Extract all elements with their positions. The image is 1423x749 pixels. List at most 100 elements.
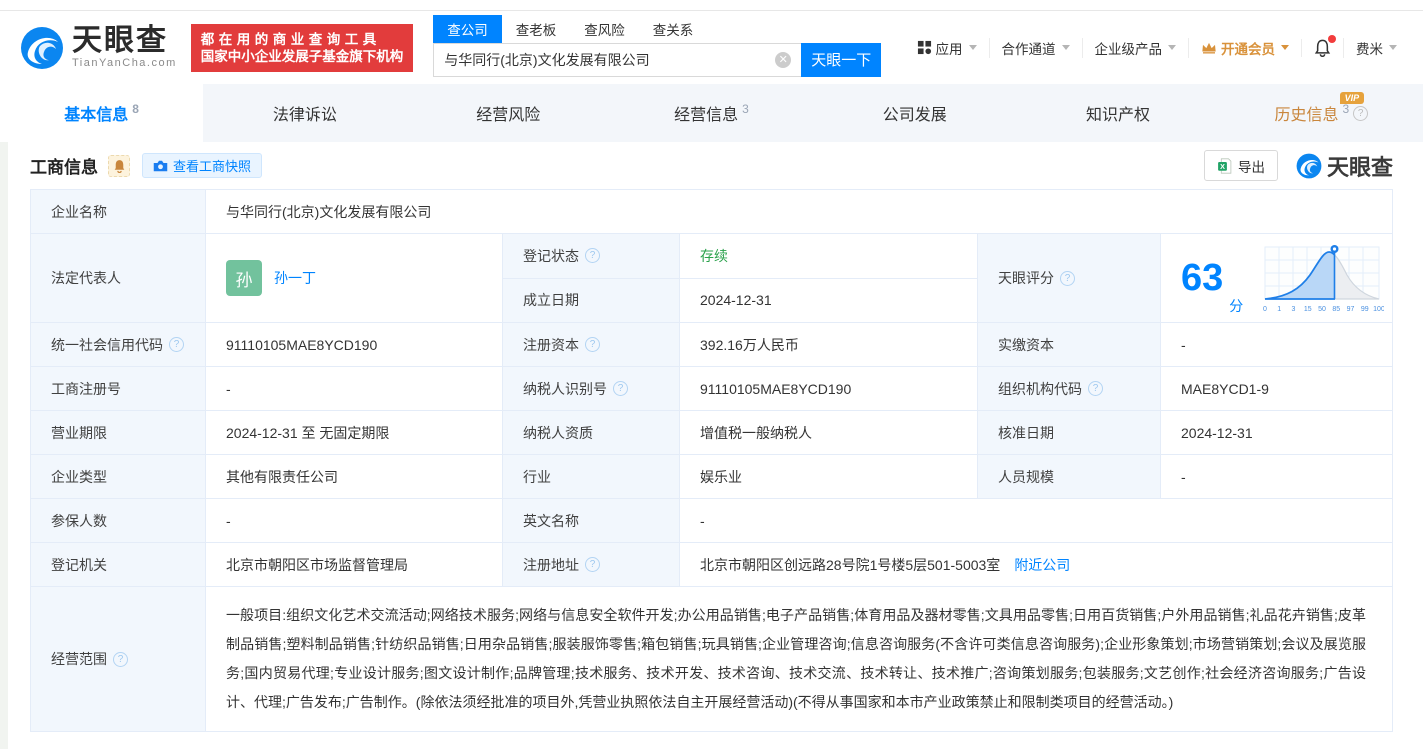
export-button[interactable]: X 导出 (1204, 150, 1278, 181)
field-label: 营业期限 (31, 411, 206, 455)
nav-notifications[interactable] (1301, 39, 1343, 57)
nav-cooperation[interactable]: 合作通道 (989, 38, 1082, 58)
help-icon[interactable]: ? (613, 381, 628, 396)
help-icon[interactable]: ? (585, 337, 600, 352)
svg-text:0: 0 (1263, 306, 1267, 313)
approval-date-value: 2024-12-31 (1161, 411, 1392, 455)
monitor-bell-button[interactable] (108, 155, 130, 177)
chevron-down-icon (1389, 45, 1397, 50)
table-row: 营业期限 2024-12-31 至 无固定期限 纳税人资质 增值税一般纳税人 核… (31, 411, 1392, 455)
field-label: 法定代表人 (31, 234, 206, 323)
tab-intellectual-property[interactable]: 知识产权 (1016, 84, 1219, 142)
reg-number-value: - (206, 367, 503, 411)
page-left-margin (0, 85, 8, 749)
company-name-value: 与华同行(北京)文化发展有限公司 (206, 190, 1392, 234)
help-icon[interactable]: ? (169, 337, 184, 352)
nav-user[interactable]: 费米 (1343, 38, 1409, 58)
snapshot-button[interactable]: 查看工商快照 (142, 153, 262, 178)
tab-operation-info[interactable]: 经营信息 3 (610, 84, 813, 142)
search-input[interactable] (444, 52, 775, 68)
score-unit: 分 (1229, 296, 1243, 316)
field-label: 行业 (503, 455, 680, 499)
nav-user-label: 费米 (1356, 38, 1383, 58)
table-row: 经营范围? 一般项目:组织文化艺术交流活动;网络技术服务;网络与信息安全软件开发… (31, 587, 1392, 732)
tab-operation-risk[interactable]: 经营风险 (407, 84, 610, 142)
nearby-companies-link[interactable]: 附近公司 (1014, 555, 1070, 575)
chevron-down-icon (1062, 45, 1070, 50)
nav-vip[interactable]: 开通会员 (1188, 38, 1301, 58)
slogan-line1: 都在用的商业查询工具 (201, 31, 404, 48)
svg-text:99: 99 (1361, 306, 1369, 313)
reg-address-cell: 北京市朝阳区创远路28号院1号楼5层501-5003室 附近公司 (680, 543, 1392, 587)
nav-apps[interactable]: 应用 (905, 38, 989, 58)
business-info-table: 企业名称 与华同行(北京)文化发展有限公司 法定代表人 孙 孙一丁 登记状态? … (30, 189, 1393, 732)
field-label: 统一社会信用代码? (31, 323, 206, 367)
tianyancha-logo[interactable]: 天眼查 TianYanCha.com (20, 26, 177, 70)
business-scope-value: 一般项目:组织文化艺术交流活动;网络技术服务;网络与信息安全软件开发;办公用品销… (206, 587, 1392, 732)
help-icon[interactable]: ? (113, 652, 128, 667)
field-label: 英文名称 (503, 499, 680, 543)
help-icon[interactable]: ? (585, 248, 600, 263)
help-icon[interactable]: ? (1060, 271, 1075, 286)
tab-label: 法律诉讼 (273, 101, 337, 125)
insured-count-value: - (206, 499, 503, 543)
help-icon[interactable]: ? (585, 557, 600, 572)
score-value: 63 (1181, 259, 1223, 297)
watermark-label: 天眼查 (1327, 150, 1393, 182)
tab-history-info[interactable]: 历史信息3 ? VIP (1220, 84, 1423, 142)
grid-icon (917, 40, 932, 55)
clear-icon[interactable]: ✕ (775, 52, 791, 68)
field-label: 组织机构代码? (978, 367, 1161, 411)
table-row: 法定代表人 孙 孙一丁 登记状态? 存续 成立日期 2024-12-31 天眼评… (31, 234, 1392, 323)
table-row: 企业类型 其他有限责任公司 行业 娱乐业 人员规模 - (31, 455, 1392, 499)
legal-rep-link[interactable]: 孙一丁 (274, 268, 316, 288)
crown-icon (1201, 41, 1217, 54)
chevron-down-icon (1168, 45, 1176, 50)
snapshot-button-label: 查看工商快照 (173, 156, 251, 175)
notification-badge (1328, 35, 1336, 43)
help-icon[interactable]: ? (1353, 106, 1368, 121)
tianyancha-swirl-icon (20, 26, 64, 70)
tab-legal-litigation[interactable]: 法律诉讼 (203, 84, 406, 142)
tab-count: 3 (742, 102, 749, 116)
tab-label: 经营风险 (476, 101, 540, 125)
status-date-subtable: 登记状态? 存续 成立日期 2024-12-31 (503, 234, 978, 323)
field-label: 成立日期 (503, 279, 680, 324)
tab-count: 3 (1342, 102, 1349, 116)
table-row: 企业名称 与华同行(北京)文化发展有限公司 (31, 190, 1392, 234)
business-term-value: 2024-12-31 至 无固定期限 (206, 411, 503, 455)
tab-basic-info[interactable]: 基本信息 8 (0, 84, 203, 142)
logo-text: 天眼查 TianYanCha.com (72, 26, 177, 69)
search-tab-risk[interactable]: 查风险 (570, 15, 639, 43)
bell-icon (113, 159, 126, 173)
search-tab-company[interactable]: 查公司 (433, 15, 502, 43)
top-nav: 应用 合作通道 企业级产品 开通会员 费米 (905, 38, 1410, 58)
tab-label: 经营信息 (674, 101, 738, 125)
help-icon[interactable]: ? (1088, 381, 1103, 396)
field-label: 参保人数 (31, 499, 206, 543)
brand-domain: TianYanCha.com (72, 57, 177, 69)
nav-enterprise[interactable]: 企业级产品 (1082, 38, 1189, 58)
search-tab-boss[interactable]: 查老板 (502, 15, 571, 43)
nav-cooperation-label: 合作通道 (1002, 38, 1056, 58)
tab-count: 8 (132, 102, 139, 116)
svg-text:X: X (1220, 161, 1225, 170)
camera-icon (153, 160, 168, 172)
search-tab-relation[interactable]: 查关系 (639, 15, 708, 43)
table-row: 参保人数 - 英文名称 - (31, 499, 1392, 543)
section-head: 工商信息 查看工商快照 X 导出 天眼查 (0, 142, 1423, 189)
svg-text:85: 85 (1332, 306, 1340, 313)
credit-code-value: 91110105MAE8YCD190 (206, 323, 503, 367)
search-button[interactable]: 天眼一下 (801, 43, 881, 77)
tab-label: 基本信息 (64, 101, 128, 125)
chevron-down-icon (1281, 45, 1289, 50)
paid-capital-value: - (1161, 323, 1392, 367)
reg-capital-value: 392.16万人民币 (680, 323, 978, 367)
field-label: 经营范围? (31, 587, 206, 732)
tab-company-development[interactable]: 公司发展 (813, 84, 1016, 142)
tab-label: 公司发展 (883, 101, 947, 125)
table-row: 登记机关 北京市朝阳区市场监督管理局 注册地址? 北京市朝阳区创远路28号院1号… (31, 543, 1392, 587)
tianyancha-swirl-icon (1296, 153, 1322, 179)
svg-text:15: 15 (1304, 306, 1312, 313)
avatar[interactable]: 孙 (226, 260, 262, 296)
